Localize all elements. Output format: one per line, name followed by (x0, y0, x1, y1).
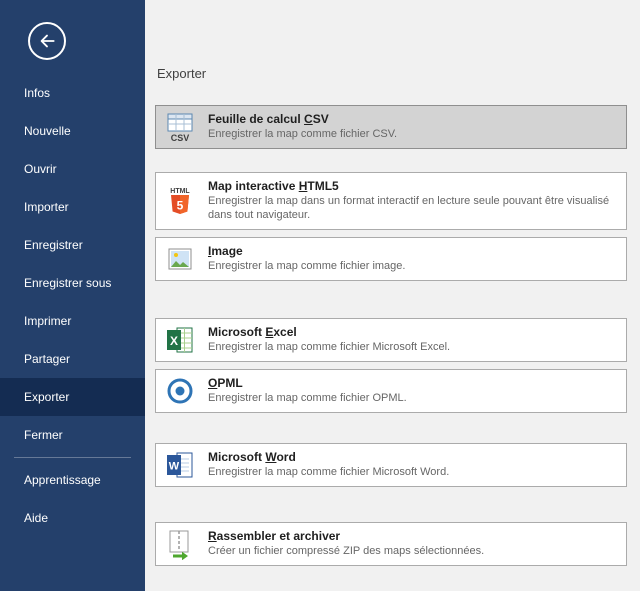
card-title-post: ord (276, 450, 295, 464)
sidebar-item-aide[interactable]: Aide (0, 499, 145, 537)
sidebar-item-enregistrer[interactable]: Enregistrer (0, 226, 145, 264)
card-text: Map interactive HTML5 Enregistrer la map… (208, 179, 626, 223)
sidebar-separator (14, 457, 131, 458)
sidebar: Infos Nouvelle Ouvrir Importer Enregistr… (0, 0, 145, 591)
card-desc: Créer un fichier compressé ZIP des maps … (208, 545, 616, 559)
card-title: OPML (208, 376, 616, 390)
export-option-image[interactable]: Image Enregistrer la map comme fichier i… (155, 237, 627, 281)
opml-icon (164, 375, 196, 407)
sidebar-item-fermer[interactable]: Fermer (0, 416, 145, 454)
svg-text:CSV: CSV (171, 133, 190, 143)
card-title-pre: Microsoft (208, 325, 265, 339)
card-desc: Enregistrer la map comme fichier Microso… (208, 341, 616, 355)
card-title-post: TML5 (307, 179, 338, 193)
card-title-post: mage (211, 244, 242, 258)
archive-icon (164, 528, 196, 560)
card-title-pre: Map interactive (208, 179, 299, 193)
export-option-html5[interactable]: HTML 5 Map interactive HTML5 Enregistrer… (155, 172, 627, 230)
card-text: Microsoft Word Enregistrer la map comme … (208, 450, 626, 480)
card-title-accel: R (208, 529, 217, 543)
card-title: Rassembler et archiver (208, 529, 616, 543)
card-text: Feuille de calcul CSV Enregistrer la map… (208, 112, 626, 142)
card-title: Map interactive HTML5 (208, 179, 616, 193)
card-desc: Enregistrer la map comme fichier CSV. (208, 128, 616, 142)
sidebar-item-ouvrir[interactable]: Ouvrir (0, 150, 145, 188)
card-desc: Enregistrer la map comme fichier OPML. (208, 392, 616, 406)
card-desc: Enregistrer la map comme fichier image. (208, 260, 616, 274)
svg-text:5: 5 (177, 199, 184, 213)
sidebar-item-enregistrer-sous[interactable]: Enregistrer sous (0, 264, 145, 302)
card-title-post: xcel (273, 325, 296, 339)
sidebar-item-apprentissage[interactable]: Apprentissage (0, 461, 145, 499)
backstage-view: Infos Nouvelle Ouvrir Importer Enregistr… (0, 0, 640, 591)
sidebar-item-importer[interactable]: Importer (0, 188, 145, 226)
sidebar-item-infos[interactable]: Infos (0, 74, 145, 112)
html5-icon: HTML 5 (164, 185, 196, 217)
export-option-excel[interactable]: X Microsoft Excel Enregistrer la map com… (155, 318, 627, 362)
csv-spreadsheet-icon: CSV (164, 111, 196, 143)
card-text: Microsoft Excel Enregistrer la map comme… (208, 325, 626, 355)
card-title-accel: C (304, 112, 313, 126)
word-icon: W (164, 449, 196, 481)
page-title: Exporter (157, 66, 627, 81)
export-pane: Exporter CSV Feuille de calcul CSV Enreg… (145, 0, 640, 591)
card-text: OPML Enregistrer la map comme fichier OP… (208, 376, 626, 406)
card-title: Image (208, 244, 616, 258)
export-option-archive[interactable]: Rassembler et archiver Créer un fichier … (155, 522, 627, 566)
sidebar-menu: Infos Nouvelle Ouvrir Importer Enregistr… (0, 74, 145, 537)
card-text: Rassembler et archiver Créer un fichier … (208, 529, 626, 559)
svg-text:W: W (169, 461, 180, 473)
sidebar-item-partager[interactable]: Partager (0, 340, 145, 378)
card-title: Feuille de calcul CSV (208, 112, 616, 126)
card-title-post: PML (217, 376, 242, 390)
export-option-opml[interactable]: OPML Enregistrer la map comme fichier OP… (155, 369, 627, 413)
back-arrow-icon (28, 22, 66, 60)
export-option-csv[interactable]: CSV Feuille de calcul CSV Enregistrer la… (155, 105, 627, 149)
sidebar-item-nouvelle[interactable]: Nouvelle (0, 112, 145, 150)
card-title: Microsoft Word (208, 450, 616, 464)
export-option-word[interactable]: W Microsoft Word Enregistrer la map comm… (155, 443, 627, 487)
svg-text:HTML: HTML (170, 188, 190, 195)
sidebar-item-imprimer[interactable]: Imprimer (0, 302, 145, 340)
card-text: Image Enregistrer la map comme fichier i… (208, 244, 626, 274)
svg-text:X: X (170, 334, 178, 348)
card-title-post: SV (313, 112, 329, 126)
excel-icon: X (164, 324, 196, 356)
back-button[interactable] (28, 22, 68, 62)
card-title: Microsoft Excel (208, 325, 616, 339)
sidebar-item-exporter[interactable]: Exporter (0, 378, 145, 416)
card-title-post: assembler et archiver (217, 529, 340, 543)
card-title-accel: W (265, 450, 276, 464)
card-title-pre: Feuille de calcul (208, 112, 304, 126)
card-desc: Enregistrer la map comme fichier Microso… (208, 466, 616, 480)
card-title-accel: O (208, 376, 217, 390)
card-desc: Enregistrer la map dans un format intera… (208, 195, 616, 223)
card-title-pre: Microsoft (208, 450, 265, 464)
image-icon (164, 243, 196, 275)
